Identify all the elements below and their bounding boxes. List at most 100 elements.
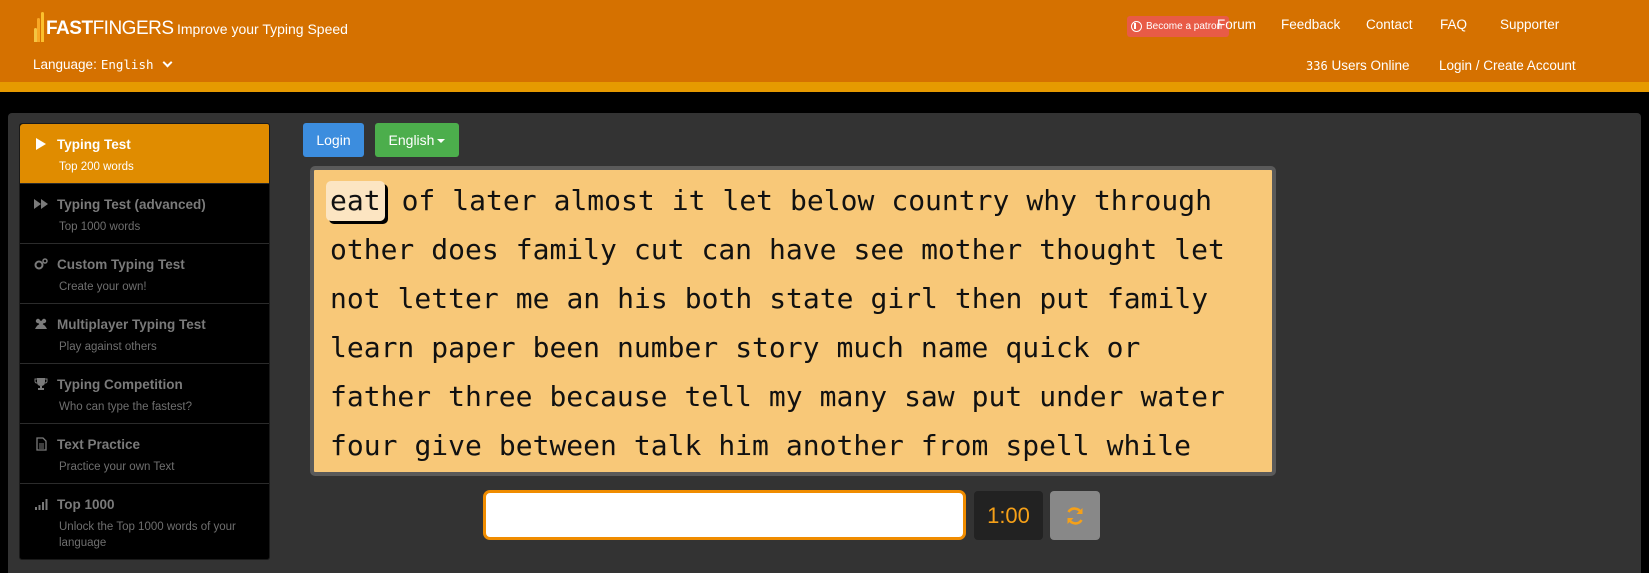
- nav-supporter[interactable]: Supporter: [1500, 17, 1559, 32]
- gears-icon: [34, 258, 48, 270]
- word-line: not letter me an his both state girl then put fami…: [330, 274, 1272, 323]
- word: it: [671, 184, 706, 217]
- word: girl: [870, 282, 938, 315]
- tagline: Improve your Typing Speed: [177, 21, 348, 37]
- word: family: [1106, 282, 1209, 315]
- word: below: [790, 184, 875, 217]
- signal-bars-icon: [35, 499, 48, 510]
- fast-forward-icon: [34, 199, 48, 209]
- sidebar-item-title: Top 1000: [57, 497, 115, 512]
- word: three: [448, 380, 533, 413]
- word: thought: [1039, 233, 1158, 266]
- word: while: [1106, 429, 1191, 462]
- word-line: four give between talk him another from spell wh…: [330, 421, 1272, 470]
- users-online-count: 336: [1306, 59, 1328, 73]
- word: an: [566, 282, 601, 315]
- sidebar-item-title: Typing Competition: [57, 377, 183, 392]
- word: from: [920, 429, 989, 462]
- chevron-down-icon: [162, 57, 172, 68]
- word: four: [330, 429, 398, 462]
- sidebar-item-title: Typing Test: [57, 137, 131, 152]
- sidebar-item-title: Typing Test (advanced): [57, 197, 206, 212]
- word: let: [722, 184, 774, 217]
- sidebar-item-top-1000[interactable]: Top 1000 Unlock the Top 1000 words of yo…: [20, 484, 269, 559]
- nav-forum[interactable]: Forum: [1217, 17, 1256, 32]
- word: because: [549, 380, 668, 413]
- become-patron-button[interactable]: Become a patron: [1127, 16, 1230, 37]
- word: his: [617, 282, 668, 315]
- users-online: 336 Users Online: [1306, 58, 1409, 73]
- sidebar-item-title: Multiplayer Typing Test: [57, 317, 206, 332]
- word: him: [718, 429, 769, 462]
- sidebar-item-title: Text Practice: [57, 437, 141, 452]
- users-icon: [35, 318, 47, 329]
- word: why: [1026, 184, 1077, 217]
- login-button[interactable]: Login: [303, 123, 364, 157]
- site-logo[interactable]: FASTFINGERS: [34, 4, 174, 42]
- sidebar-item-subtitle: Top 1000 words: [59, 221, 141, 233]
- logo-text: FASTFINGERS: [46, 18, 174, 39]
- language-label: Language:: [33, 57, 97, 72]
- word: or: [1106, 331, 1141, 364]
- nav-feedback[interactable]: Feedback: [1281, 17, 1340, 32]
- word: name: [920, 331, 989, 364]
- nav-contact[interactable]: Contact: [1366, 17, 1413, 32]
- sidebar-item-text-practice[interactable]: Text Practice Practice your own Text: [20, 424, 269, 484]
- sidebar-item-subtitle: Create your own!: [59, 281, 147, 293]
- trophy-icon: [34, 378, 48, 390]
- word: story: [735, 331, 820, 364]
- sidebar-item-multiplayer[interactable]: Multiplayer Typing Test Play against oth…: [20, 304, 269, 364]
- word-line: eat of later almost it let below country why thro…: [326, 176, 1272, 225]
- reset-button[interactable]: [1050, 491, 1100, 540]
- language-selector[interactable]: Language: English: [33, 57, 172, 72]
- header-stripe: [0, 82, 1649, 92]
- patron-label: Become a patron: [1146, 21, 1223, 32]
- refresh-icon: [1067, 506, 1083, 525]
- words-display: eat of later almost it let below country why thro…: [310, 166, 1276, 476]
- word: father: [330, 380, 432, 413]
- word: other: [330, 233, 415, 266]
- word: later: [452, 184, 537, 217]
- word: me: [515, 282, 550, 315]
- login-button-label: Login: [316, 132, 351, 148]
- word: cut: [633, 233, 685, 266]
- word: paper: [431, 331, 516, 364]
- word: both: [684, 282, 753, 315]
- users-online-label: Users Online: [1331, 58, 1410, 73]
- word: give: [414, 429, 482, 462]
- word: letter: [397, 282, 499, 315]
- word: through: [1093, 184, 1212, 217]
- word: number: [617, 331, 719, 364]
- typing-input[interactable]: [483, 490, 966, 540]
- word-line: learn paper been number story much name quick or: [330, 323, 1272, 372]
- word: not: [330, 282, 381, 315]
- word: been: [532, 331, 601, 364]
- sidebar-item-typing-competition[interactable]: Typing Competition Who can type the fast…: [20, 364, 269, 424]
- word: does: [431, 233, 499, 266]
- word: many: [819, 380, 888, 413]
- play-icon: [36, 138, 46, 150]
- word: state: [769, 282, 854, 315]
- word: learn: [330, 331, 415, 364]
- sidebar-item-subtitle: Play against others: [59, 341, 157, 353]
- language-dropdown-button[interactable]: English: [375, 123, 459, 157]
- word: country: [891, 184, 1010, 217]
- word: between: [498, 429, 617, 462]
- word: of: [401, 184, 436, 217]
- caret-down-icon: [437, 139, 446, 143]
- word: tell: [684, 380, 752, 413]
- sidebar: Typing Test Top 200 words Typing Test (a…: [19, 123, 270, 560]
- sidebar-item-title: Custom Typing Test: [57, 257, 185, 272]
- nav-faq[interactable]: FAQ: [1440, 17, 1467, 32]
- login-create-account-link[interactable]: Login / Create Account: [1439, 58, 1576, 73]
- sidebar-item-typing-test-advanced[interactable]: Typing Test (advanced) Top 1000 words: [20, 184, 269, 244]
- word: quick: [1005, 331, 1090, 364]
- sidebar-item-custom-typing-test[interactable]: Custom Typing Test Create your own!: [20, 244, 269, 304]
- language-value: English: [100, 57, 154, 72]
- patreon-icon: [1131, 21, 1142, 32]
- sidebar-item-typing-test[interactable]: Typing Test Top 200 words: [20, 124, 269, 184]
- word: let: [1174, 233, 1225, 266]
- sidebar-item-subtitle: Who can type the fastest?: [59, 401, 192, 413]
- word: my: [768, 380, 803, 413]
- current-word: eat: [326, 181, 385, 221]
